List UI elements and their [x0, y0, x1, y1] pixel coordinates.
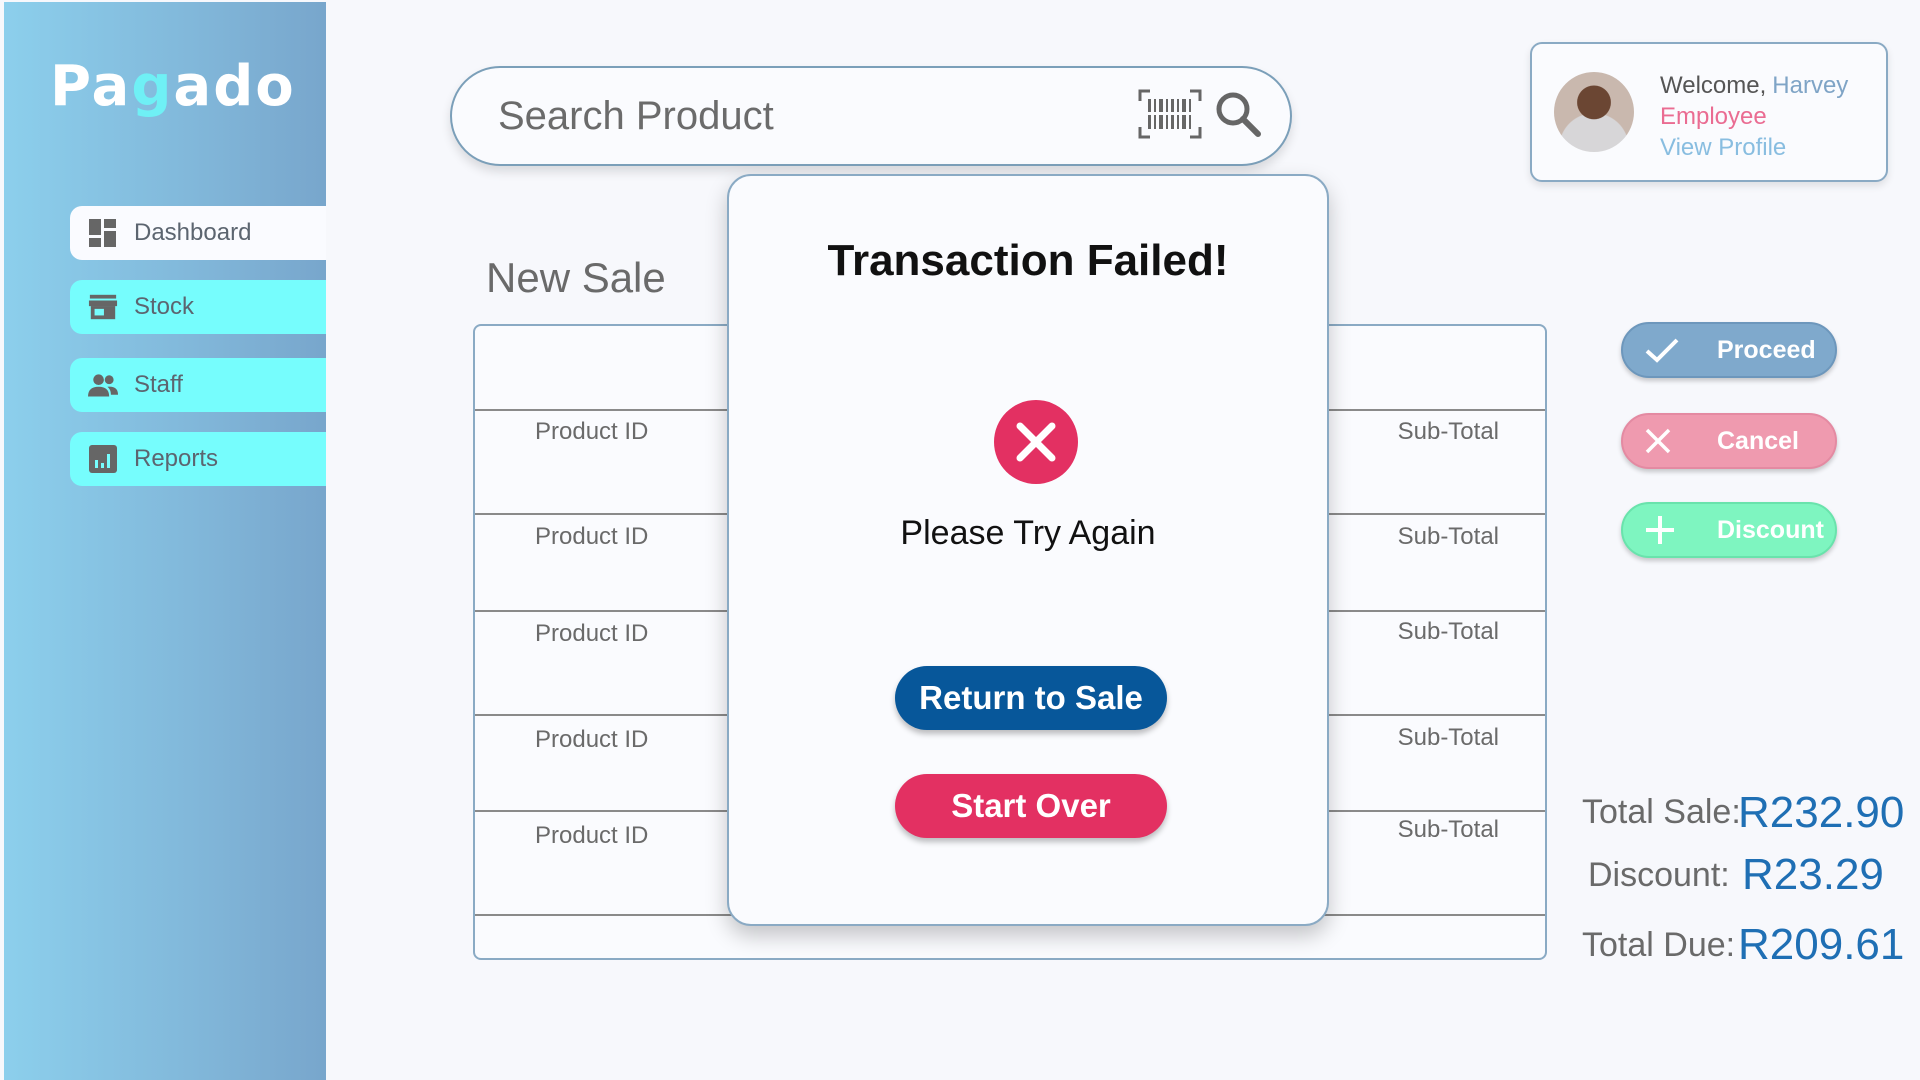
proceed-button[interactable]: Proceed [1621, 322, 1837, 378]
product-id-cell: Product ID [535, 523, 649, 550]
proceed-label: Proceed [1717, 335, 1816, 364]
total-due-label: Total Due: [1582, 926, 1736, 964]
total-due-value: R209.61 [1738, 920, 1905, 969]
subtotal-cell: Sub-Total [1397, 523, 1499, 550]
profile-card: Welcome, Harvey Employee View Profile [1530, 42, 1888, 182]
search-bar[interactable]: Search Product [450, 66, 1292, 166]
welcome-text: Welcome, [1660, 72, 1767, 99]
product-id-cell: Product ID [535, 726, 649, 753]
product-id-cell: Product ID [535, 418, 649, 445]
sidebar-item-label: Dashboard [134, 219, 252, 246]
search-icon[interactable] [1214, 90, 1262, 143]
user-role: Employee [1660, 103, 1767, 130]
avatar [1554, 72, 1634, 152]
bar-chart-icon [88, 444, 118, 474]
error-icon [994, 400, 1078, 484]
discount-total-label: Discount: [1588, 856, 1730, 894]
app-logo: Pagado [50, 54, 296, 119]
sidebar-item-reports[interactable]: Reports [70, 432, 326, 486]
view-profile-link[interactable]: View Profile [1660, 132, 1848, 163]
transaction-failed-dialog: Transaction Failed! Please Try Again Ret… [727, 174, 1329, 926]
page-title: New Sale [486, 254, 666, 301]
search-input[interactable]: Search Product [498, 94, 1138, 139]
sidebar-item-dashboard[interactable]: Dashboard [70, 206, 326, 260]
cancel-label: Cancel [1717, 426, 1799, 455]
total-sale-value: R232.90 [1738, 788, 1905, 837]
sidebar-item-staff[interactable]: Staff [70, 358, 326, 412]
sidebar: Pagado Dashboard Stock Staff Reports [4, 2, 326, 1080]
discount-total-value: R23.29 [1742, 850, 1884, 899]
discount-button[interactable]: Discount [1621, 502, 1837, 558]
user-name: Harvey [1772, 72, 1849, 99]
dialog-title: Transaction Failed! [827, 236, 1229, 285]
check-icon [1645, 337, 1685, 363]
people-icon [88, 370, 118, 400]
store-icon [88, 292, 118, 322]
start-over-button[interactable]: Start Over [895, 774, 1167, 838]
subtotal-cell: Sub-Total [1397, 816, 1499, 843]
cancel-button[interactable]: Cancel [1621, 413, 1837, 469]
subtotal-cell: Sub-Total [1397, 418, 1499, 445]
dialog-message: Please Try Again [900, 514, 1156, 552]
return-to-sale-button[interactable]: Return to Sale [895, 666, 1167, 730]
plus-icon [1645, 515, 1685, 545]
discount-label: Discount [1717, 515, 1824, 544]
sidebar-item-label: Reports [134, 445, 219, 472]
subtotal-cell: Sub-Total [1397, 618, 1499, 645]
sidebar-item-label: Staff [134, 371, 183, 398]
product-id-cell: Product ID [535, 620, 649, 647]
dashboard-icon [88, 218, 118, 248]
product-id-cell: Product ID [535, 822, 649, 849]
close-icon [1645, 428, 1685, 454]
subtotal-cell: Sub-Total [1397, 724, 1499, 751]
barcode-scan-icon[interactable] [1138, 89, 1202, 144]
total-sale-label: Total Sale: [1582, 793, 1741, 831]
sidebar-item-stock[interactable]: Stock [70, 280, 326, 334]
sidebar-item-label: Stock [134, 293, 195, 320]
